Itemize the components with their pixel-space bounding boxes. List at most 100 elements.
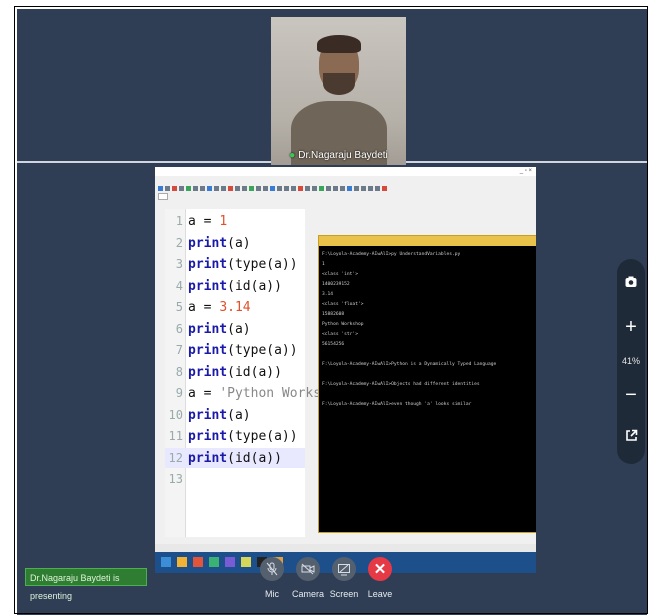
line-number: 10 [168, 407, 183, 422]
code-token: print [188, 407, 228, 423]
console-line: 1 [322, 262, 325, 267]
code-line: 3 print(type(a)) [165, 254, 298, 274]
code-token: print [188, 235, 228, 251]
code-line: 5 a = 3.14 [165, 297, 251, 317]
camera-snapshot-icon [625, 276, 637, 287]
code-token: 3.14 [219, 300, 251, 315]
line-number: 2 [175, 235, 183, 250]
code-line: 6 print(a) [165, 319, 251, 339]
console-line: 3.14 [322, 292, 334, 297]
line-number: 8 [175, 364, 183, 379]
code-line: 8 print(id(a)) [165, 362, 282, 382]
code-token: (id(a)) [227, 278, 282, 294]
notepad-title-bar: _ ▫ × [155, 167, 536, 176]
leave-label: Leave [367, 589, 393, 599]
notepad-status-bar [155, 544, 536, 552]
meeting-stage: ● Dr.Nagaraju Baydeti _ ▫ × 1a = 1 2 print(… [17, 9, 647, 615]
console-line: F:\Loyola-Academy-AIwAlI>Python is a Dyn… [322, 362, 497, 367]
console-title-bar [319, 236, 536, 246]
plus-icon: + [625, 316, 637, 338]
code-token: (type(a)) [227, 429, 298, 444]
console-line: <class 'int'> [322, 272, 358, 277]
camera-button[interactable]: Camera [289, 557, 327, 599]
camera-label: Camera [291, 589, 324, 599]
console-window: F:\Loyola-Academy-AIwAlI>py UnderstandVa… [318, 235, 536, 533]
line-number: 9 [175, 386, 183, 400]
code-line: 11 print(type(a)) [165, 426, 298, 446]
console-line: 1400239152 [322, 282, 350, 287]
line-number: 1 [175, 214, 183, 228]
code-token: print [188, 343, 228, 358]
code-token: (a) [227, 235, 251, 251]
minus-icon: − [625, 384, 637, 406]
code-token: a = [188, 300, 220, 315]
camera-off-icon [301, 563, 315, 575]
zoom-in-button[interactable]: + [617, 317, 645, 337]
code-line: 10 print(a) [165, 405, 251, 425]
line-number: 7 [175, 343, 183, 357]
code-token: a = [188, 214, 220, 229]
zoom-level: 41% [621, 356, 640, 366]
code-line: 2 print(a) [165, 233, 251, 253]
line-number: 12 [168, 450, 183, 465]
console-line: 56154256 [322, 342, 345, 347]
code-token: print [188, 257, 228, 272]
code-line: 4 print(id(a)) [165, 276, 282, 296]
code-token: print [188, 321, 228, 337]
code-token: (type(a)) [227, 257, 298, 272]
console-line: Python Workshop [322, 322, 364, 327]
view-controls: + 41% − [617, 259, 645, 464]
code-editor: 1a = 1 2 print(a) 3 print(type(a)) 4 print(id(… [165, 209, 352, 537]
code-token: (id(a)) [227, 450, 282, 466]
shared-screen: _ ▫ × 1a = 1 2 print(a) 3 print(type(a)) 4 pri… [155, 167, 536, 573]
snapshot-button[interactable] [617, 275, 645, 294]
code-line: 13 [165, 469, 188, 489]
code-token: 1 [219, 214, 228, 229]
external-link-icon [625, 429, 637, 441]
popout-button[interactable] [617, 429, 645, 447]
presenting-status: Dr.Nagaraju Baydeti is presenting [25, 568, 147, 601]
line-number: 13 [168, 472, 183, 486]
screen-label: Screen [329, 589, 359, 599]
notepad-file-tab [155, 193, 536, 201]
console-output: F:\Loyola-Academy-AIwAlI>py UnderstandVa… [319, 246, 536, 414]
code-token: (a) [227, 407, 251, 423]
screen-share-off-icon [338, 563, 350, 575]
line-number: 4 [175, 278, 183, 293]
line-number: 11 [168, 429, 183, 443]
console-line: F:\Loyola-Academy-AIwAlI>even though 'a'… [322, 402, 472, 407]
code-token: print [188, 364, 228, 380]
code-token: (id(a)) [227, 364, 282, 380]
line-number: 3 [175, 257, 183, 271]
code-token: a = [188, 386, 220, 401]
mic-off-icon [266, 562, 278, 576]
participant-video-tile[interactable]: ● Dr.Nagaraju Baydeti [271, 17, 406, 165]
mic-button[interactable]: Mic [253, 557, 291, 599]
code-line: 12 print(id(a)) [165, 447, 305, 468]
line-number: 5 [175, 300, 183, 314]
code-token: print [188, 429, 228, 444]
mic-active-icon: ● [289, 150, 296, 161]
mic-label: Mic [265, 589, 279, 599]
line-number: 6 [175, 321, 183, 336]
code-line: 7 print(type(a)) [165, 340, 298, 360]
leave-button[interactable]: ✕ Leave [361, 557, 399, 599]
code-token: (type(a)) [227, 343, 298, 358]
screen-share-button[interactable]: Screen [325, 557, 363, 599]
notepad-toolbar [155, 183, 536, 193]
code-token: print [188, 450, 228, 466]
console-line: <class 'float'> [322, 302, 364, 307]
window-controls-icon: _ ▫ × [519, 168, 532, 174]
code-token: print [188, 278, 228, 294]
code-token: (a) [227, 321, 251, 337]
console-line: F:\Loyola-Academy-AIwAlI>py UnderstandVa… [322, 252, 461, 257]
notepad-menu-bar [155, 176, 536, 183]
participant-name: Dr.Nagaraju Baydeti [298, 150, 388, 161]
console-line: <class 'str'> [322, 332, 358, 337]
zoom-out-button[interactable]: − [617, 385, 645, 405]
console-line: 15882608 [322, 312, 345, 317]
console-line: F:\Loyola-Academy-AIwAlI>Objects had dif… [322, 382, 480, 387]
